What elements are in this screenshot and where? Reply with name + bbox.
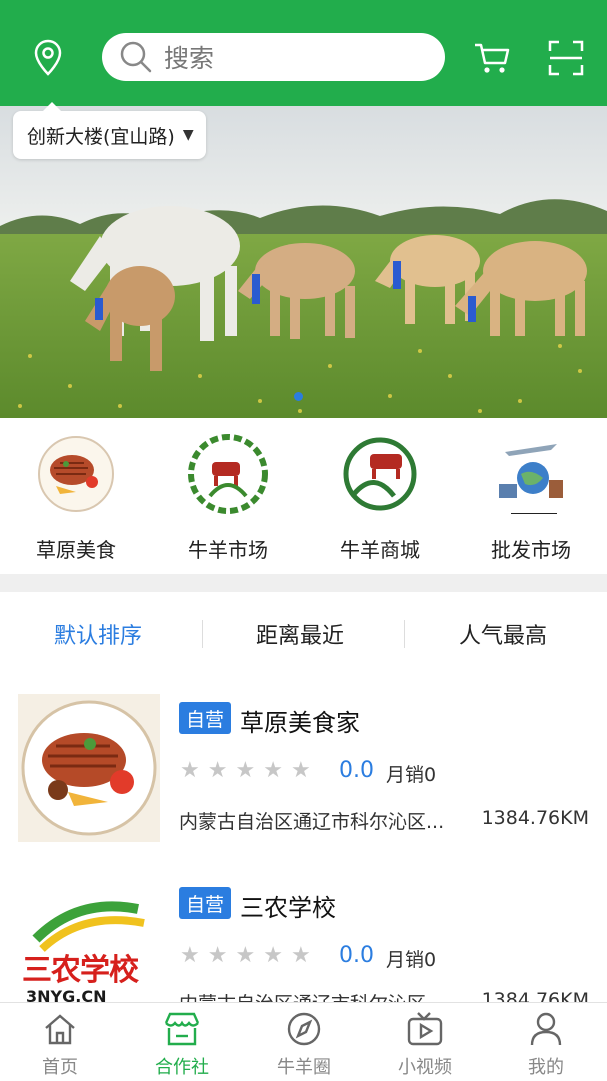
- star-rating: ★ ★ ★ ★ ★: [180, 758, 311, 783]
- star-icon: ★: [290, 943, 311, 968]
- scan-icon[interactable]: [546, 38, 586, 78]
- category-grassland-food[interactable]: 草原美食: [16, 434, 136, 563]
- rating-value: 0.0: [339, 943, 374, 968]
- shop-card[interactable]: 自营 草原美食家 ★ ★ ★ ★ ★ 0.0 月销0 内蒙古自治区通辽市科尔沁区... …: [0, 676, 607, 851]
- video-icon: [375, 1009, 475, 1049]
- compass-icon: [254, 1009, 354, 1049]
- sort-bar: 默认排序 距离最近 人气最高: [0, 592, 607, 677]
- search-icon: [120, 41, 152, 73]
- cattle-market-icon: [188, 434, 268, 514]
- self-operated-badge: 自营: [179, 702, 231, 734]
- search-placeholder: 搜索: [164, 44, 215, 73]
- tab-label: 我的: [528, 1057, 564, 1078]
- category-cattle-mall[interactable]: 牛羊商城: [320, 434, 440, 563]
- location-label: 创新大楼(宜山路): [27, 125, 175, 148]
- star-icon: ★: [180, 943, 200, 968]
- user-icon: [496, 1009, 596, 1049]
- star-icon: ★: [263, 943, 283, 968]
- carousel-indicator: [294, 392, 303, 401]
- rating-value: 0.0: [339, 758, 374, 783]
- star-rating: ★ ★ ★ ★ ★: [180, 943, 311, 968]
- sort-divider: [202, 620, 203, 648]
- tab-cattle-circle[interactable]: 牛羊圈: [254, 1009, 354, 1079]
- search-input[interactable]: 搜索: [102, 33, 445, 81]
- self-operated-badge: 自营: [179, 887, 231, 919]
- cattle-mall-icon: [340, 434, 420, 514]
- wholesale-globe-icon: [491, 434, 571, 515]
- monthly-sales: 月销0: [386, 764, 437, 786]
- monthly-sales: 月销0: [386, 949, 437, 971]
- star-icon: ★: [290, 758, 311, 783]
- location-selector[interactable]: 创新大楼(宜山路) ▼: [13, 102, 206, 159]
- shop-distance: 1384.76KM: [481, 807, 589, 829]
- section-divider: [0, 574, 607, 592]
- star-icon: ★: [207, 943, 228, 968]
- category-cattle-market[interactable]: 牛羊市场: [168, 434, 288, 563]
- sort-default-tab[interactable]: 默认排序: [54, 618, 142, 650]
- star-icon: ★: [235, 943, 256, 968]
- category-grid: 草原美食 牛羊市场 牛羊商城 批发市场: [0, 418, 607, 574]
- category-label: 草原美食: [36, 538, 116, 562]
- sort-popular-tab[interactable]: 人气最高: [459, 618, 547, 650]
- tab-label: 牛羊圈: [277, 1057, 331, 1078]
- shop-name: 草原美食家: [240, 709, 360, 737]
- category-label: 牛羊市场: [188, 538, 268, 562]
- star-icon: ★: [180, 758, 200, 783]
- tab-short-video[interactable]: 小视频: [375, 1009, 475, 1079]
- shop-logo-text: 三农学校: [22, 953, 139, 988]
- tab-home[interactable]: 首页: [10, 1009, 110, 1079]
- bottom-tab-bar: 首页 合作社 牛羊圈 小视频 我的: [0, 1002, 607, 1081]
- tab-cooperative[interactable]: 合作社: [132, 1009, 232, 1079]
- star-icon: ★: [235, 758, 256, 783]
- cart-icon[interactable]: [472, 38, 512, 78]
- tab-label: 首页: [42, 1057, 78, 1078]
- category-wholesale-market[interactable]: 批发市场: [471, 434, 591, 563]
- category-label: 牛羊商城: [340, 538, 420, 562]
- star-icon: ★: [263, 758, 283, 783]
- location-pin-icon[interactable]: [28, 38, 68, 78]
- star-icon: ★: [207, 758, 228, 783]
- dropdown-arrow-icon: ▼: [182, 127, 194, 143]
- tab-profile[interactable]: 我的: [496, 1009, 596, 1079]
- home-icon: [10, 1009, 110, 1049]
- category-label: 批发市场: [491, 538, 571, 562]
- sort-divider: [404, 620, 405, 648]
- tab-label: 小视频: [398, 1057, 452, 1078]
- top-bar: 搜索: [0, 0, 607, 106]
- tab-label: 合作社: [155, 1057, 209, 1078]
- shop-name: 三农学校: [240, 894, 336, 922]
- shop-address: 内蒙古自治区通辽市科尔沁区...: [179, 811, 445, 833]
- shop-icon: [132, 1009, 232, 1049]
- steak-icon: [36, 434, 116, 514]
- shop-thumbnail: [18, 694, 160, 842]
- sort-nearest-tab[interactable]: 距离最近: [256, 618, 344, 650]
